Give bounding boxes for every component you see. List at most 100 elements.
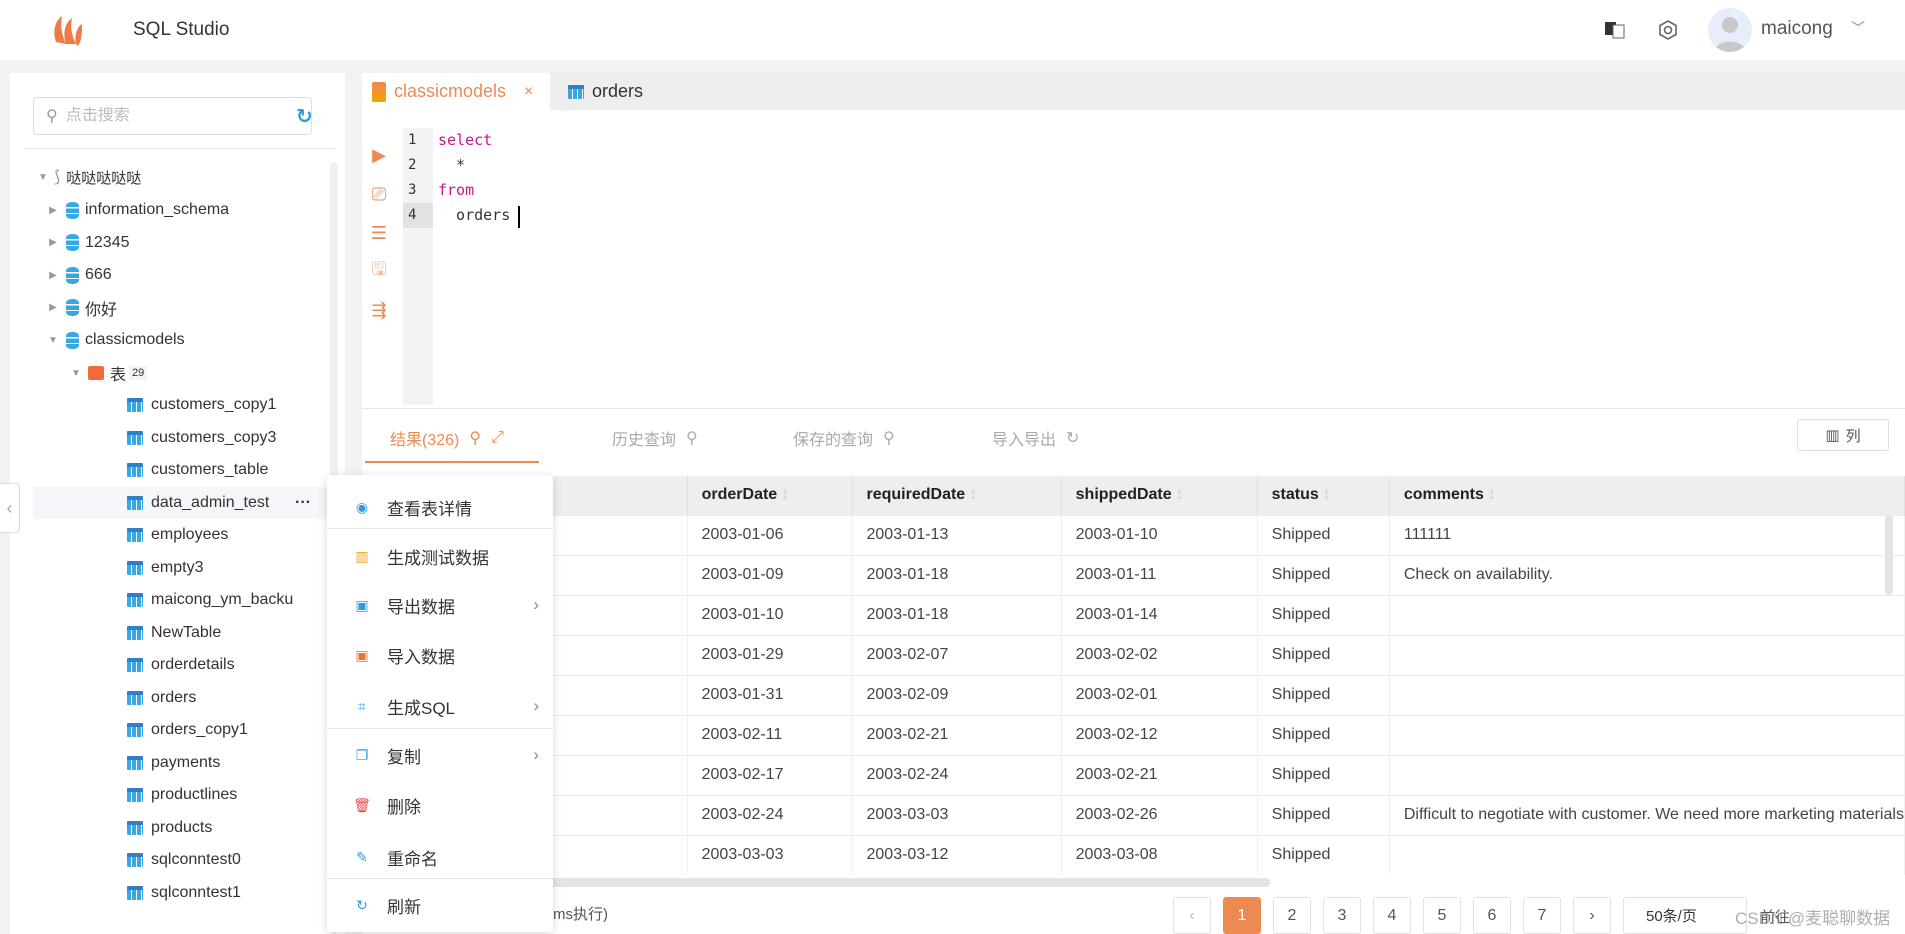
column-header[interactable]: requiredDate ↕ bbox=[852, 476, 1062, 515]
table-cell[interactable]: 2003-02-24 bbox=[852, 754, 1062, 795]
expand-icon[interactable]: ⤢ bbox=[491, 429, 504, 447]
vertical-scrollbar[interactable] bbox=[1885, 515, 1893, 595]
caret-right-icon[interactable]: ▶ bbox=[48, 302, 58, 313]
table-cell[interactable]: Shipped bbox=[1257, 834, 1390, 875]
caret-right-icon[interactable]: ▶ bbox=[48, 237, 58, 248]
table-cell[interactable]: 2003-01-13 bbox=[852, 514, 1062, 555]
table-row[interactable]: 2003-01-10 2003-01-18 2003-01-14 Shipped bbox=[362, 594, 1905, 635]
table-row[interactable]: 2003-01-09 2003-01-18 2003-01-11 Shipped Che… bbox=[362, 554, 1905, 595]
save-icon[interactable]: 🖫 bbox=[368, 259, 390, 283]
tree-table[interactable]: products bbox=[33, 812, 328, 844]
caret-right-icon[interactable]: ▶ bbox=[48, 270, 58, 281]
close-icon[interactable]: × bbox=[524, 83, 533, 101]
table-cell[interactable]: 2003-02-01 bbox=[1061, 674, 1258, 715]
column-header[interactable]: comments ↕ bbox=[1389, 476, 1905, 515]
table-cell[interactable]: Shipped bbox=[1257, 594, 1390, 635]
indent-icon[interactable]: ⇶ bbox=[368, 299, 390, 321]
table-cell[interactable]: 2003-02-24 bbox=[687, 794, 853, 835]
tree-database-classicmodels[interactable]: ▼ classicmodels bbox=[33, 324, 328, 356]
tree-database[interactable]: ▶ 你好 bbox=[33, 292, 328, 324]
table-cell[interactable]: 2003-03-03 bbox=[852, 794, 1062, 835]
tab-saved-queries[interactable]: 保存的查询 ⚲ bbox=[793, 426, 895, 450]
table-cell[interactable]: Shipped bbox=[1257, 634, 1390, 675]
search-icon[interactable]: ⚲ bbox=[883, 428, 895, 448]
table-cell[interactable]: 2003-01-10 bbox=[1061, 514, 1258, 555]
menu-item[interactable]: ▣ 导入数据 bbox=[327, 635, 553, 675]
page-button[interactable]: 4 bbox=[1373, 897, 1411, 934]
sort-icon[interactable]: ↕ bbox=[1323, 486, 1331, 503]
avatar[interactable] bbox=[1708, 8, 1752, 52]
tree-database[interactable]: ▶ information_schema bbox=[33, 194, 328, 226]
code-line[interactable]: from bbox=[438, 181, 474, 199]
table-cell[interactable]: 2003-03-03 bbox=[687, 834, 853, 875]
tree-table[interactable]: data_admin_test ··· bbox=[33, 486, 328, 519]
run-script-icon[interactable]: ⎚ bbox=[368, 183, 390, 205]
search-icon[interactable]: ⚲ bbox=[686, 428, 698, 448]
tree-table[interactable]: orders bbox=[33, 682, 328, 714]
table-cell[interactable]: Check on availability. bbox=[1389, 554, 1905, 595]
page-button[interactable]: 1 bbox=[1223, 897, 1261, 934]
refresh-icon[interactable]: ↻ bbox=[296, 104, 313, 129]
table-row[interactable]: 2003-02-24 2003-03-03 2003-02-26 Shipped Dif… bbox=[362, 794, 1905, 835]
table-cell[interactable]: 2003-02-12 bbox=[1061, 714, 1258, 755]
table-row[interactable]: 2003-03-03 2003-03-12 2003-03-08 Shipped bbox=[362, 834, 1905, 875]
caret-down-icon[interactable]: ▼ bbox=[48, 335, 58, 346]
table-cell[interactable] bbox=[1389, 634, 1905, 675]
chevron-down-icon[interactable]: ﹀ bbox=[1851, 18, 1865, 38]
username[interactable]: maicong bbox=[1761, 18, 1833, 40]
table-cell[interactable]: 2003-01-11 bbox=[1061, 554, 1258, 595]
menu-item[interactable]: 🗑 删除 bbox=[327, 785, 553, 825]
code-line[interactable]: select bbox=[438, 131, 492, 149]
tab-results[interactable]: 结果(326) ⚲ ⤢ bbox=[390, 426, 504, 450]
tab-classicmodels[interactable]: classicmodels × bbox=[362, 73, 550, 110]
search-field[interactable] bbox=[65, 107, 286, 125]
sort-icon[interactable]: ↕ bbox=[969, 486, 977, 503]
tree-table[interactable]: customers_copy3 bbox=[33, 422, 328, 454]
table-row[interactable]: 2003-02-11 2003-02-21 2003-02-12 Shipped bbox=[362, 714, 1905, 755]
more-icon[interactable]: ··· bbox=[295, 494, 311, 512]
table-cell[interactable]: 2003-02-09 bbox=[852, 674, 1062, 715]
table-cell[interactable] bbox=[1389, 714, 1905, 755]
table-cell[interactable]: Shipped bbox=[1257, 794, 1390, 835]
table-cell[interactable]: 2003-03-08 bbox=[1061, 834, 1258, 875]
tree-table[interactable]: maicong_ym_backu bbox=[33, 584, 328, 616]
table-cell[interactable]: 2003-03-12 bbox=[852, 834, 1062, 875]
table-cell[interactable]: 2003-01-31 bbox=[687, 674, 853, 715]
page-button[interactable]: 7 bbox=[1523, 897, 1561, 934]
tab-import-export[interactable]: 导入导出 ↻ bbox=[992, 426, 1079, 450]
table-cell[interactable]: 111111 bbox=[1389, 514, 1905, 555]
table-cell[interactable]: Shipped bbox=[1257, 514, 1390, 555]
table-cell[interactable]: 2003-01-18 bbox=[852, 554, 1062, 595]
format-icon[interactable]: ☰ bbox=[368, 222, 390, 244]
code-line[interactable]: orders bbox=[438, 206, 510, 224]
table-cell[interactable]: Shipped bbox=[1257, 554, 1390, 595]
page-button[interactable]: 6 bbox=[1473, 897, 1511, 934]
table-row[interactable]: 2003-02-17 2003-02-24 2003-02-21 Shipped bbox=[362, 754, 1905, 795]
page-button[interactable]: 5 bbox=[1423, 897, 1461, 934]
prev-page-button[interactable]: ‹ bbox=[1173, 897, 1211, 934]
column-header[interactable]: orderDate ↕ bbox=[687, 476, 853, 515]
sort-icon[interactable]: ↕ bbox=[1176, 486, 1184, 503]
menu-item[interactable]: ⌗ 生成SQL › bbox=[327, 686, 553, 726]
table-cell[interactable]: Shipped bbox=[1257, 714, 1390, 755]
menu-item[interactable]: ❐ 复制 › bbox=[327, 735, 553, 775]
table-cell[interactable]: 2003-01-09 bbox=[687, 554, 853, 595]
table-cell[interactable] bbox=[1389, 834, 1905, 875]
search-icon[interactable]: ⚲ bbox=[469, 428, 481, 448]
code-line[interactable]: * bbox=[438, 156, 465, 174]
table-cell[interactable]: 2003-02-21 bbox=[1061, 754, 1258, 795]
table-row[interactable]: 2003-01-31 2003-02-09 2003-02-01 Shipped bbox=[362, 674, 1905, 715]
tab-orders[interactable]: orders bbox=[558, 73, 653, 110]
menu-item[interactable]: ✎ 重命名 bbox=[327, 837, 553, 877]
table-cell[interactable]: 2003-01-29 bbox=[687, 634, 853, 675]
page-button[interactable]: 2 bbox=[1273, 897, 1311, 934]
refresh-icon[interactable]: ↻ bbox=[1066, 428, 1079, 448]
tree-folder-tables[interactable]: ▼ 表 29 bbox=[33, 357, 328, 389]
search-input[interactable]: ⚲ bbox=[33, 97, 312, 135]
tree-table[interactable]: orders_copy1 bbox=[33, 714, 328, 746]
tree-table[interactable]: empty3 bbox=[33, 552, 328, 584]
caret-right-icon[interactable]: ▶ bbox=[48, 205, 58, 216]
tree-database[interactable]: ▶ 666 bbox=[33, 259, 328, 291]
table-cell[interactable]: 2003-02-17 bbox=[687, 754, 853, 795]
tree-table[interactable]: NewTable bbox=[33, 617, 328, 649]
